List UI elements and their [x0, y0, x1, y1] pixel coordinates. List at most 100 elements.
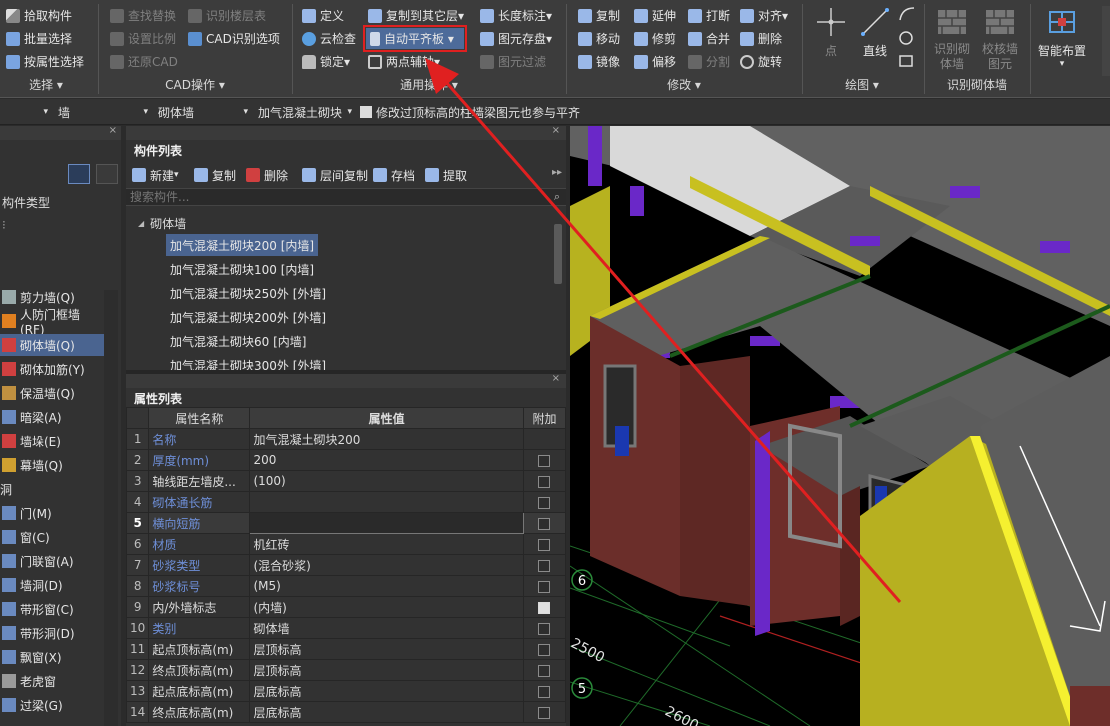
align-button[interactable]: 对齐 ▾	[740, 5, 788, 26]
property-row[interactable]: 9 内/外墙标志 (内墙)	[125, 596, 567, 618]
floor-dropdown[interactable]: ▾	[0, 102, 52, 122]
property-value[interactable]: (100)	[249, 470, 524, 492]
identify-masonry-wall-button[interactable]: 识别砌体墙	[930, 6, 974, 72]
component-type-item[interactable]: 保温墙(Q)	[0, 382, 104, 404]
auto-align-slab-button[interactable]: 自动平齐板 ▾	[363, 25, 467, 52]
arc-icon[interactable]	[898, 6, 916, 22]
group-label-modify[interactable]: 修改 ▾	[568, 76, 800, 94]
group-label-identify-wall[interactable]: 识别砌体墙	[926, 76, 1028, 94]
lock-button[interactable]: 锁定 ▾	[302, 51, 350, 72]
define-button[interactable]: 定义	[302, 5, 344, 26]
circle-icon[interactable]	[898, 30, 914, 46]
delete-button[interactable]: 删除	[740, 28, 782, 49]
attach-checkbox[interactable]	[538, 664, 551, 677]
component-type-item[interactable]: 墙垛(E)	[0, 430, 104, 452]
component-type-item[interactable]: 砌体加筋(Y)	[0, 358, 104, 380]
attach-checkbox[interactable]	[538, 496, 551, 509]
extend-button[interactable]: 延伸	[634, 5, 676, 26]
property-row[interactable]: 11 起点顶标高(m) 层顶标高	[125, 638, 567, 660]
attach-checkbox[interactable]	[538, 475, 551, 488]
property-value[interactable]: 加气混凝土砌块200	[249, 428, 524, 450]
set-scale-button[interactable]: 设置比例	[110, 28, 176, 49]
property-value[interactable]	[249, 491, 524, 513]
save-element-button[interactable]: 图元存盘 ▾	[480, 28, 552, 49]
group-label-cad-ops[interactable]: CAD操作 ▾	[100, 76, 290, 94]
pick-component-button[interactable]: 拾取构件	[6, 5, 72, 26]
component-type-item[interactable]: 老虎窗	[0, 670, 104, 692]
cad-identify-options-button[interactable]: CAD识别选项	[188, 28, 280, 49]
trim-button[interactable]: 修剪	[634, 28, 676, 49]
component-type-item[interactable]: 幕墙(Q)	[0, 454, 104, 476]
property-value[interactable]: (内墙)	[249, 596, 524, 618]
component-type-item[interactable]: 砌体墙(Q)	[0, 334, 104, 356]
property-value[interactable]: (M5)	[249, 575, 524, 597]
rotate-button[interactable]: 旋转	[740, 51, 782, 72]
component-list-item[interactable]: 加气混凝土砌块100 [内墙]	[166, 258, 318, 280]
attach-checkbox[interactable]	[538, 559, 551, 572]
component-type-item[interactable]: 门联窗(A)	[0, 550, 104, 572]
component-type-item[interactable]: 带形洞(D)	[0, 622, 104, 644]
two-point-axis-button[interactable]: 两点辅轴 ▾	[368, 51, 440, 72]
component-type-item[interactable]: 飘窗(X)	[0, 646, 104, 668]
attach-checkbox[interactable]	[538, 601, 551, 614]
group-label-draw[interactable]: 绘图 ▾	[804, 76, 920, 94]
group-label-common-ops[interactable]: 通用操作 ▾	[294, 76, 564, 94]
cloud-check-button[interactable]: 云检查	[302, 28, 356, 49]
property-row[interactable]: 14 终点底标高(m) 层底标高	[125, 701, 567, 723]
wall-type-dropdown[interactable]: 砌体墙 ▾	[154, 102, 252, 122]
component-list-item[interactable]: 加气混凝土砌块200 [内墙]	[166, 234, 319, 256]
close-icon[interactable]: ×	[109, 125, 117, 136]
property-row[interactable]: 5 横向短筋	[125, 512, 567, 534]
group-label-select[interactable]: 选择 ▾	[0, 76, 92, 94]
component-list-scrollbar[interactable]	[554, 224, 562, 284]
break-button[interactable]: 打断	[688, 5, 730, 26]
identify-floor-table-button[interactable]: 识别楼层表	[188, 5, 266, 26]
ribbon-overflow[interactable]	[1102, 6, 1110, 76]
component-list-item[interactable]: 加气混凝土砌块60 [内墙]	[166, 330, 310, 352]
3d-viewport[interactable]: 6 5 2500 2600	[570, 126, 1110, 726]
component-list-item[interactable]: 加气混凝土砌块250外 [外墙]	[166, 282, 330, 304]
component-type-item[interactable]: 人防门框墙(RF)	[0, 308, 104, 337]
align-checkbox[interactable]	[360, 106, 372, 118]
select-by-attribute-button[interactable]: 按属性选择	[6, 51, 84, 72]
rectangle-icon[interactable]	[898, 54, 914, 68]
property-row[interactable]: 12 终点顶标高(m) 层顶标高	[125, 659, 567, 681]
property-row[interactable]: 1 名称 加气混凝土砌块200	[125, 428, 567, 450]
list-view-icon[interactable]	[68, 164, 90, 184]
smart-layout-button[interactable]: 智能布置 ▾	[1034, 6, 1090, 69]
component-type-item[interactable]: 过梁(G)	[0, 694, 104, 716]
component-type-item[interactable]: 洞	[0, 478, 104, 500]
attach-checkbox[interactable]	[538, 580, 551, 593]
attach-checkbox[interactable]	[538, 622, 551, 635]
find-replace-button[interactable]: 查找替换	[110, 5, 176, 26]
property-value[interactable]	[249, 512, 524, 534]
card-view-icon[interactable]	[96, 164, 118, 184]
merge-button[interactable]: 合并	[688, 28, 730, 49]
length-dimension-button[interactable]: 长度标注 ▾	[480, 5, 552, 26]
element-type-dropdown[interactable]: 墙 ▾	[54, 102, 152, 122]
property-value[interactable]: 层顶标高	[249, 659, 524, 681]
property-value[interactable]: 层底标高	[249, 680, 524, 702]
batch-select-button[interactable]: 批量选择	[6, 28, 72, 49]
component-type-item[interactable]: 窗(C)	[0, 526, 104, 548]
restore-cad-button[interactable]: 还原CAD	[110, 51, 178, 72]
component-dropdown[interactable]: 加气混凝土砌块 ▾	[254, 102, 354, 122]
attach-checkbox[interactable]	[538, 454, 551, 467]
copy-button[interactable]: 复制	[578, 5, 620, 26]
mirror-button[interactable]: 镜像	[578, 51, 620, 72]
property-row[interactable]: 13 起点底标高(m) 层底标高	[125, 680, 567, 702]
property-value[interactable]: (混合砂浆)	[249, 554, 524, 576]
attach-checkbox[interactable]	[538, 517, 551, 530]
element-filter-button[interactable]: 图元过滤	[480, 51, 546, 72]
component-type-item[interactable]: 暗梁(A)	[0, 406, 104, 428]
component-list-item[interactable]: 加气混凝土砌块300外 [外墙]	[166, 354, 330, 371]
line-button[interactable]: 直线	[858, 6, 892, 59]
property-row[interactable]: 3 轴线距左墙皮... (100)	[125, 470, 567, 492]
component-type-item[interactable]: 墙洞(D)	[0, 574, 104, 596]
property-row[interactable]: 4 砌体通长筋	[125, 491, 567, 513]
property-value[interactable]: 层顶标高	[249, 638, 524, 660]
property-value[interactable]: 砌体墙	[249, 617, 524, 639]
component-type-item[interactable]: 门(M)	[0, 502, 104, 524]
property-row[interactable]: 7 砂浆类型 (混合砂浆)	[125, 554, 567, 576]
property-value[interactable]: 机红砖	[249, 533, 524, 555]
